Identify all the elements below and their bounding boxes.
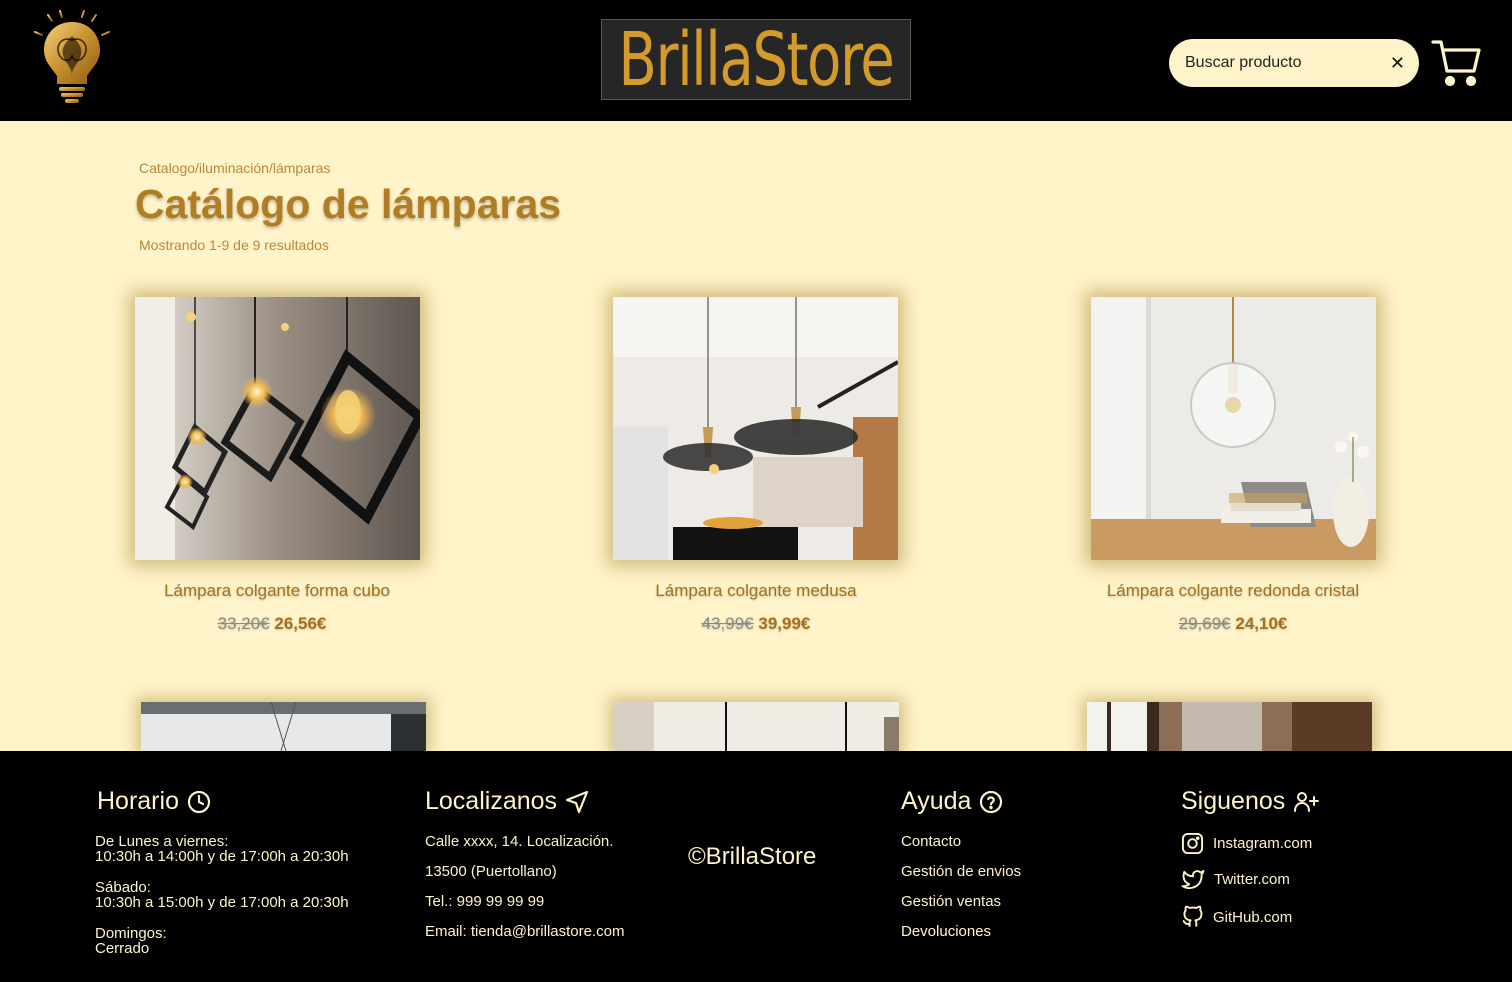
product-image-row2-3[interactable] xyxy=(1087,702,1372,751)
breadcrumb[interactable]: Catalogo/iluminación/lámparas xyxy=(139,160,330,176)
product-image-row2-2[interactable] xyxy=(614,702,899,751)
product-name[interactable]: Lámpara colgante redonda cristal xyxy=(1043,581,1423,601)
location-title: Localizanos xyxy=(425,787,558,815)
help-title: Ayuda xyxy=(901,787,972,815)
instagram-icon xyxy=(1181,832,1204,855)
follow-title: Siguenos xyxy=(1181,787,1286,815)
help-heading: Ayuda xyxy=(901,787,1003,816)
clock-icon xyxy=(187,790,211,813)
product-image-row2-1[interactable] xyxy=(141,702,426,751)
page-title: Catálogo de lámparas xyxy=(135,181,562,227)
help-link-contact[interactable]: Contacto xyxy=(901,834,961,849)
product-name[interactable]: Lámpara colgante medusa xyxy=(566,581,946,601)
navigation-arrow-icon xyxy=(565,790,589,813)
schedule-weekday-hours: 10:30h a 14:00h y de 17:00h a 20:30h xyxy=(95,848,349,865)
product-old-price: 33,20€ xyxy=(217,614,270,633)
product-current-price: 26,56€ xyxy=(274,614,327,633)
product-price: 29,69€ 24,10€ xyxy=(1043,614,1423,634)
schedule-saturday-hours: 10:30h a 15:00h y de 17:00h a 20:30h xyxy=(95,894,349,911)
user-plus-icon xyxy=(1294,791,1320,812)
github-icon xyxy=(1182,905,1203,927)
location-phone: Tel.: 999 99 99 99 xyxy=(425,893,545,910)
product-image-crystal-lamp[interactable] xyxy=(1091,297,1376,560)
schedule-sunday-hours: Cerrado xyxy=(95,940,150,957)
help-link-sales[interactable]: Gestión ventas xyxy=(901,894,1001,909)
product-price: 43,99€ 39,99€ xyxy=(566,614,946,634)
help-link-shipping[interactable]: Gestión de envios xyxy=(901,864,1021,879)
product-old-price: 43,99€ xyxy=(701,614,754,633)
product-name[interactable]: Lámpara colgante forma cubo xyxy=(87,581,467,601)
schedule-heading: Horario xyxy=(97,787,211,816)
product-current-price: 24,10€ xyxy=(1235,614,1288,633)
help-link-returns[interactable]: Devoluciones xyxy=(901,924,991,939)
clear-search-icon[interactable]: ✕ xyxy=(1390,54,1405,72)
location-city: 13500 (Puertollano) xyxy=(425,863,557,880)
schedule-saturday-label: Sábado: xyxy=(95,879,151,896)
product-price: 33,20€ 26,56€ xyxy=(82,614,462,634)
github-label: GitHub.com xyxy=(1213,908,1293,926)
brand-name: BrillaStore xyxy=(618,16,895,103)
lightbulb-logo-icon[interactable] xyxy=(30,6,114,106)
product-image-cube-lamp[interactable] xyxy=(135,297,420,560)
copyright: ©BrillaStore xyxy=(688,843,817,870)
social-link-instagram[interactable]: Instagram.com xyxy=(1181,832,1312,855)
shopping-cart-icon[interactable] xyxy=(1430,37,1482,89)
location-address: Calle xxxx, 14. Localización. xyxy=(425,833,614,850)
twitter-icon xyxy=(1181,869,1205,890)
social-link-twitter[interactable]: Twitter.com xyxy=(1181,868,1290,891)
brand-logo[interactable]: BrillaStore xyxy=(601,19,911,100)
schedule-weekday-label: De Lunes a viernes: xyxy=(95,833,229,850)
schedule-sunday-label: Domingos: xyxy=(95,925,167,942)
location-heading: Localizanos xyxy=(425,787,589,816)
social-link-github[interactable]: GitHub.com xyxy=(1181,905,1292,929)
schedule-title: Horario xyxy=(97,787,179,815)
site-header: BrillaStore ✕ xyxy=(0,0,1512,121)
instagram-label: Instagram.com xyxy=(1213,835,1313,852)
location-email: Email: tienda@brillastore.com xyxy=(425,923,625,940)
results-count: Mostrando 1-9 de 9 resultados xyxy=(139,237,329,253)
search-bar: ✕ xyxy=(1169,39,1419,87)
product-image-medusa-lamp[interactable] xyxy=(613,297,898,560)
follow-heading: Siguenos xyxy=(1181,787,1320,816)
product-current-price: 39,99€ xyxy=(758,614,811,633)
search-input[interactable] xyxy=(1185,54,1390,72)
product-old-price: 29,69€ xyxy=(1178,614,1231,633)
help-circle-icon xyxy=(980,790,1003,813)
twitter-label: Twitter.com xyxy=(1214,871,1290,888)
